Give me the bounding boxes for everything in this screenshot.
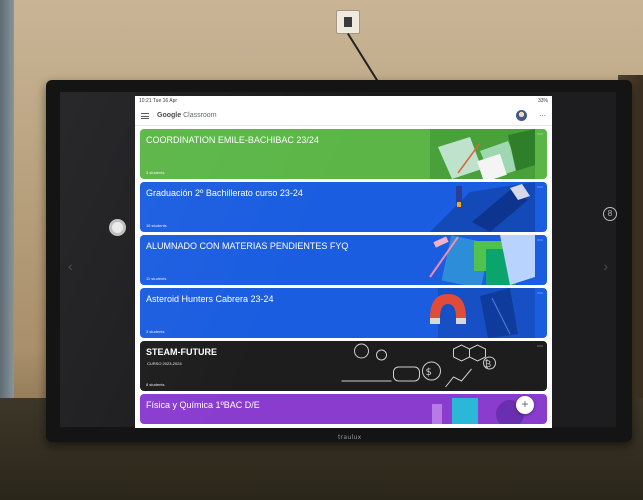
more-icon[interactable]: ⋯	[539, 112, 546, 120]
class-title[interactable]: Física y Química 1ºBAC D/E	[146, 400, 260, 410]
card-illustration	[429, 235, 535, 285]
class-card[interactable]: Asteroid Hunters Cabrera 23-24 3 student…	[140, 288, 547, 338]
class-title[interactable]: ALUMNADO CON MATERIAS PENDIENTES FYQ	[146, 241, 348, 251]
svg-text:₿: ₿	[485, 359, 492, 370]
more-icon[interactable]: ⋯	[537, 237, 543, 244]
more-icon[interactable]: ⋯	[537, 131, 543, 138]
user-icon[interactable]: 8	[603, 207, 617, 221]
account-avatar[interactable]	[516, 110, 527, 121]
classroom-app: 10:21 Tue 16 Apr 33% Google Classroom ⋯ …	[135, 96, 552, 428]
class-card[interactable]: COORDINATION EMILE-BACHIBAC 23/24 3 stud…	[140, 129, 547, 179]
class-title[interactable]: Asteroid Hunters Cabrera 23-24	[146, 294, 274, 304]
card-illustration: $ ₿	[341, 343, 496, 388]
app-logo[interactable]: Google Classroom	[157, 112, 217, 119]
svg-text:$: $	[426, 367, 432, 378]
class-title[interactable]: Graduación 2º Bachillerato curso 23-24	[146, 188, 303, 198]
wall-outlet	[336, 10, 360, 34]
menu-icon[interactable]	[141, 112, 149, 119]
card-illustration	[430, 129, 535, 179]
student-count: 3 students	[146, 329, 165, 334]
status-bar: 10:21 Tue 16 Apr 33%	[135, 96, 552, 106]
brand-logo: traulux	[338, 434, 362, 441]
battery-indicator: 33%	[537, 98, 548, 104]
student-count: 3 students	[146, 170, 165, 175]
logo-product: Classroom	[183, 112, 217, 119]
chevron-right-icon[interactable]: ›	[603, 258, 608, 274]
student-count: 16 students	[146, 223, 167, 228]
status-time: 10:21 Tue 16 Apr	[139, 98, 178, 104]
class-title[interactable]: COORDINATION EMILE-BACHIBAC 23/24	[146, 135, 319, 145]
more-icon[interactable]: ⋯	[537, 184, 543, 191]
student-count: 8 students	[146, 382, 165, 387]
card-illustration	[432, 398, 524, 424]
class-section: CURSO 2023-2024	[147, 361, 182, 366]
app-bar: Google Classroom ⋯	[135, 106, 552, 126]
student-count: 11 students	[146, 276, 167, 281]
class-title[interactable]: STEAM-FUTURE	[146, 347, 217, 357]
class-card[interactable]: $ ₿ STEAM-FUTURE CURSO 2023-2024 8 stude…	[140, 341, 547, 391]
more-icon[interactable]: ⋯	[537, 343, 543, 350]
card-illustration	[430, 288, 535, 338]
class-card[interactable]: ALUMNADO CON MATERIAS PENDIENTES FYQ 11 …	[140, 235, 547, 285]
more-icon[interactable]: ⋯	[537, 290, 543, 297]
add-class-button[interactable]: +	[516, 396, 534, 414]
floating-menu-button[interactable]	[109, 219, 126, 236]
logo-google: Google	[157, 112, 182, 119]
class-card[interactable]: Graduación 2º Bachillerato curso 23-24 1…	[140, 182, 547, 232]
card-illustration	[430, 182, 535, 232]
class-card[interactable]: Física y Química 1ºBAC D/E	[140, 394, 547, 424]
chevron-left-icon[interactable]: ‹	[68, 258, 73, 274]
